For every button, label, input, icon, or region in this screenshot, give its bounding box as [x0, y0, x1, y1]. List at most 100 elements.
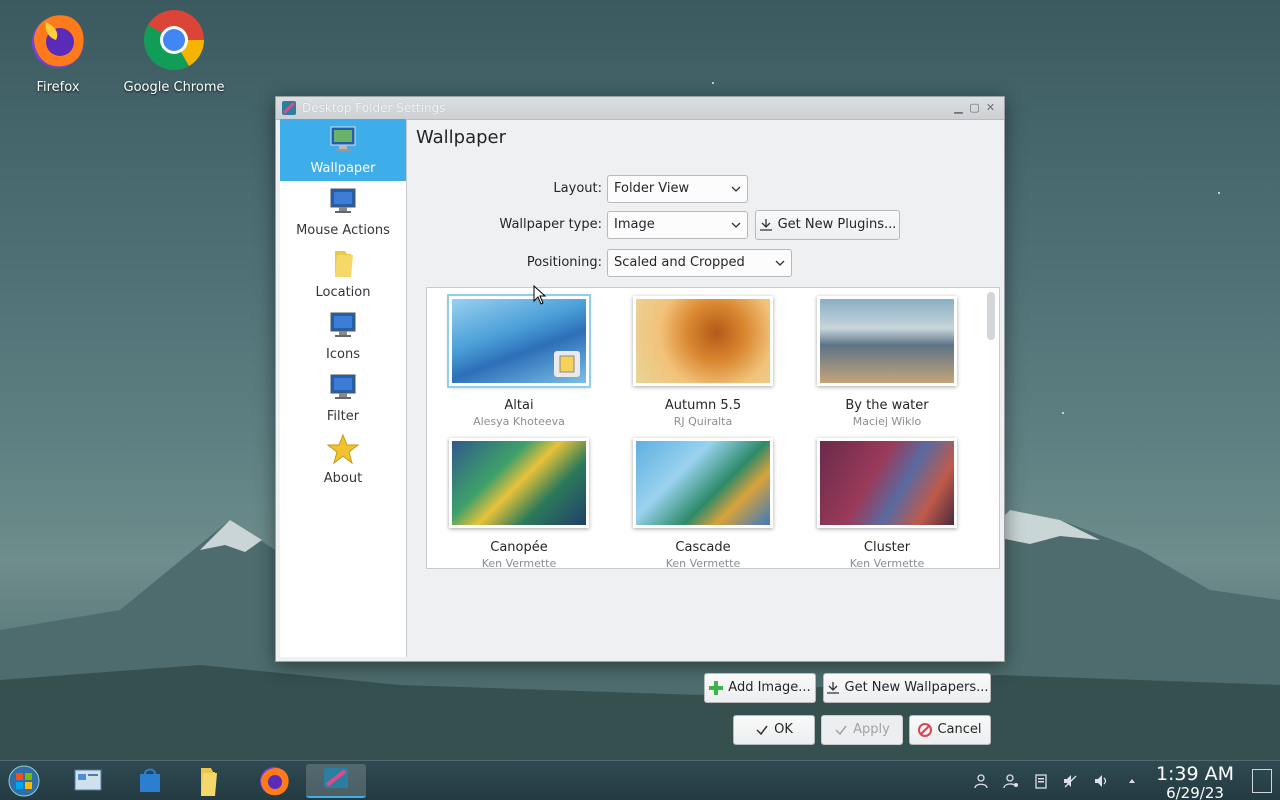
wallpaper-thumbnail [449, 296, 589, 386]
clock-date: 6/29/23 [1166, 784, 1224, 800]
wallpaper-name: By the water [845, 398, 929, 413]
wallpaper-grid: Altai Alesya Khoteeva Autumn 5.5 RJ Quir… [426, 287, 1000, 569]
filter-monitor-icon [330, 374, 356, 399]
taskbar-clock[interactable]: 1:39 AM 6/29/23 [1150, 763, 1240, 800]
sidebar-item-wallpaper[interactable]: Wallpaper [280, 119, 406, 181]
wallpaper-author: Ken Vermette [481, 557, 557, 569]
sidebar-item-mouse-actions[interactable]: Mouse Actions [280, 181, 406, 243]
wallpaper-tile-autumn[interactable]: Autumn 5.5 RJ Quiralta [623, 296, 783, 428]
get-new-plugins-button[interactable]: Get New Plugins... [755, 210, 900, 240]
minimize-button[interactable]: ▁ [952, 101, 965, 114]
star-dot [1218, 192, 1220, 194]
desktop-icon-firefox[interactable]: Firefox [3, 8, 113, 95]
grid-scrollbar-handle[interactable] [987, 292, 995, 340]
volume-icon[interactable] [1093, 773, 1109, 789]
wallpaper-name: Canopée [490, 540, 548, 555]
wallpaper-name: Altai [504, 398, 534, 413]
sidebar-item-filter[interactable]: Filter [280, 367, 406, 429]
wallpaper-type-value: Image [614, 217, 655, 232]
user-icon[interactable] [973, 773, 989, 789]
window-titlebar[interactable]: Desktop Folder Settings ▁ ▢ ✕ [276, 97, 1004, 120]
taskbar: 1:39 AM 6/29/23 [0, 760, 1280, 800]
ok-button[interactable]: OK [733, 715, 815, 745]
wallpaper-thumbnail [817, 296, 957, 386]
taskbar-desktop-folder-settings[interactable] [306, 764, 366, 798]
sidebar-item-icons[interactable]: Icons [280, 305, 406, 367]
positioning-value: Scaled and Cropped [614, 255, 745, 270]
wallpaper-author: RJ Quiralta [673, 415, 733, 428]
get-new-wallpapers-button[interactable]: Get New Wallpapers... [823, 673, 991, 703]
layout-label: Layout: [553, 181, 602, 196]
desktop-icon-chrome[interactable]: Google Chrome [119, 8, 229, 95]
settings-app-icon [324, 768, 348, 788]
download-icon [759, 218, 772, 231]
icons-monitor-icon [330, 312, 356, 337]
wallpaper-author: Maciej Wiklo [852, 415, 922, 428]
star-dot [712, 82, 714, 84]
add-image-button[interactable]: Add Image... [704, 673, 816, 703]
star-dot [1062, 412, 1064, 414]
taskbar-system-settings[interactable] [66, 764, 110, 798]
start-orb-icon [8, 765, 40, 797]
folder-icon [201, 768, 217, 796]
start-menu-button[interactable] [2, 764, 46, 798]
show-desktop-button[interactable] [1252, 769, 1272, 793]
desktop-icon-label: Google Chrome [123, 80, 225, 95]
wallpaper-type-combobox[interactable]: Image [607, 211, 748, 239]
mouse-actions-monitor-icon [330, 188, 356, 213]
taskbar-store[interactable] [128, 764, 172, 798]
wallpaper-tile-by-the-water[interactable]: By the water Maciej Wiklo [807, 296, 967, 428]
chevron-down-icon [775, 260, 785, 266]
page-title: Wallpaper [416, 127, 507, 148]
settings-sidebar: Wallpaper Mouse Actions Location Icons F… [280, 119, 407, 657]
chevron-down-icon [731, 222, 741, 228]
wallpaper-tile-canopee[interactable]: Canopée Ken Vermette [439, 438, 599, 569]
plus-icon [709, 680, 724, 695]
wallpaper-author: Alesya Khoteeva [473, 415, 565, 428]
wallpaper-name: Autumn 5.5 [664, 398, 742, 413]
wallpaper-thumbnail [449, 438, 589, 528]
wallpaper-tile-altai[interactable]: Altai Alesya Khoteeva [439, 296, 599, 428]
tray-expand-arrow-icon[interactable] [1124, 773, 1140, 789]
settings-app-icon [282, 101, 296, 115]
wallpaper-thumbnail [817, 438, 957, 528]
sidebar-item-about[interactable]: About [280, 429, 406, 491]
settings-content: Wallpaper Layout: Folder View Wallpaper … [416, 119, 1000, 745]
chrome-icon [143, 10, 204, 71]
maximize-button[interactable]: ▢ [968, 101, 981, 114]
wallpaper-monitor-icon [330, 126, 356, 151]
wallpaper-thumbnail [633, 438, 773, 528]
download-icon [826, 681, 839, 694]
volume-muted-icon[interactable] [1062, 773, 1078, 789]
checkmark-icon [756, 725, 768, 735]
set-wallpaper-icon[interactable] [554, 351, 580, 377]
desktop: Firefox Google Chrome Desktop Folder Set… [0, 0, 1280, 800]
wallpaper-author: Ken Vermette [665, 557, 741, 569]
taskbar-file-manager[interactable] [186, 764, 230, 798]
clock-time: 1:39 AM [1155, 763, 1235, 785]
mouse-cursor-icon [533, 285, 547, 305]
clipboard-icon[interactable] [1033, 773, 1049, 789]
apply-button[interactable]: Apply [821, 715, 903, 745]
layout-value: Folder View [614, 181, 690, 196]
window-title: Desktop Folder Settings [302, 101, 446, 115]
positioning-combobox[interactable]: Scaled and Cropped [607, 249, 792, 277]
wallpaper-name: Cascade [675, 540, 731, 555]
user-switch-icon[interactable] [1003, 773, 1019, 789]
chevron-down-icon [731, 186, 741, 192]
sidebar-item-location[interactable]: Location [280, 243, 406, 305]
close-button[interactable]: ✕ [984, 101, 997, 114]
layout-combobox[interactable]: Folder View [607, 175, 748, 203]
wallpaper-thumbnail [633, 296, 773, 386]
folder-icon [335, 251, 353, 277]
cancel-button[interactable]: Cancel [909, 715, 991, 745]
star-icon [326, 433, 360, 465]
cancel-icon [918, 722, 933, 737]
wallpaper-tile-cluster[interactable]: Cluster Ken Vermette [807, 438, 967, 568]
wallpaper-type-label: Wallpaper type: [499, 217, 602, 232]
taskbar-firefox[interactable] [252, 764, 296, 798]
wallpaper-tile-cascade[interactable]: Cascade Ken Vermette [623, 438, 783, 569]
store-bag-icon [140, 768, 160, 792]
desktop-folder-settings-dialog: Desktop Folder Settings ▁ ▢ ✕ Wallpaper … [275, 96, 1005, 745]
positioning-label: Positioning: [526, 255, 602, 270]
